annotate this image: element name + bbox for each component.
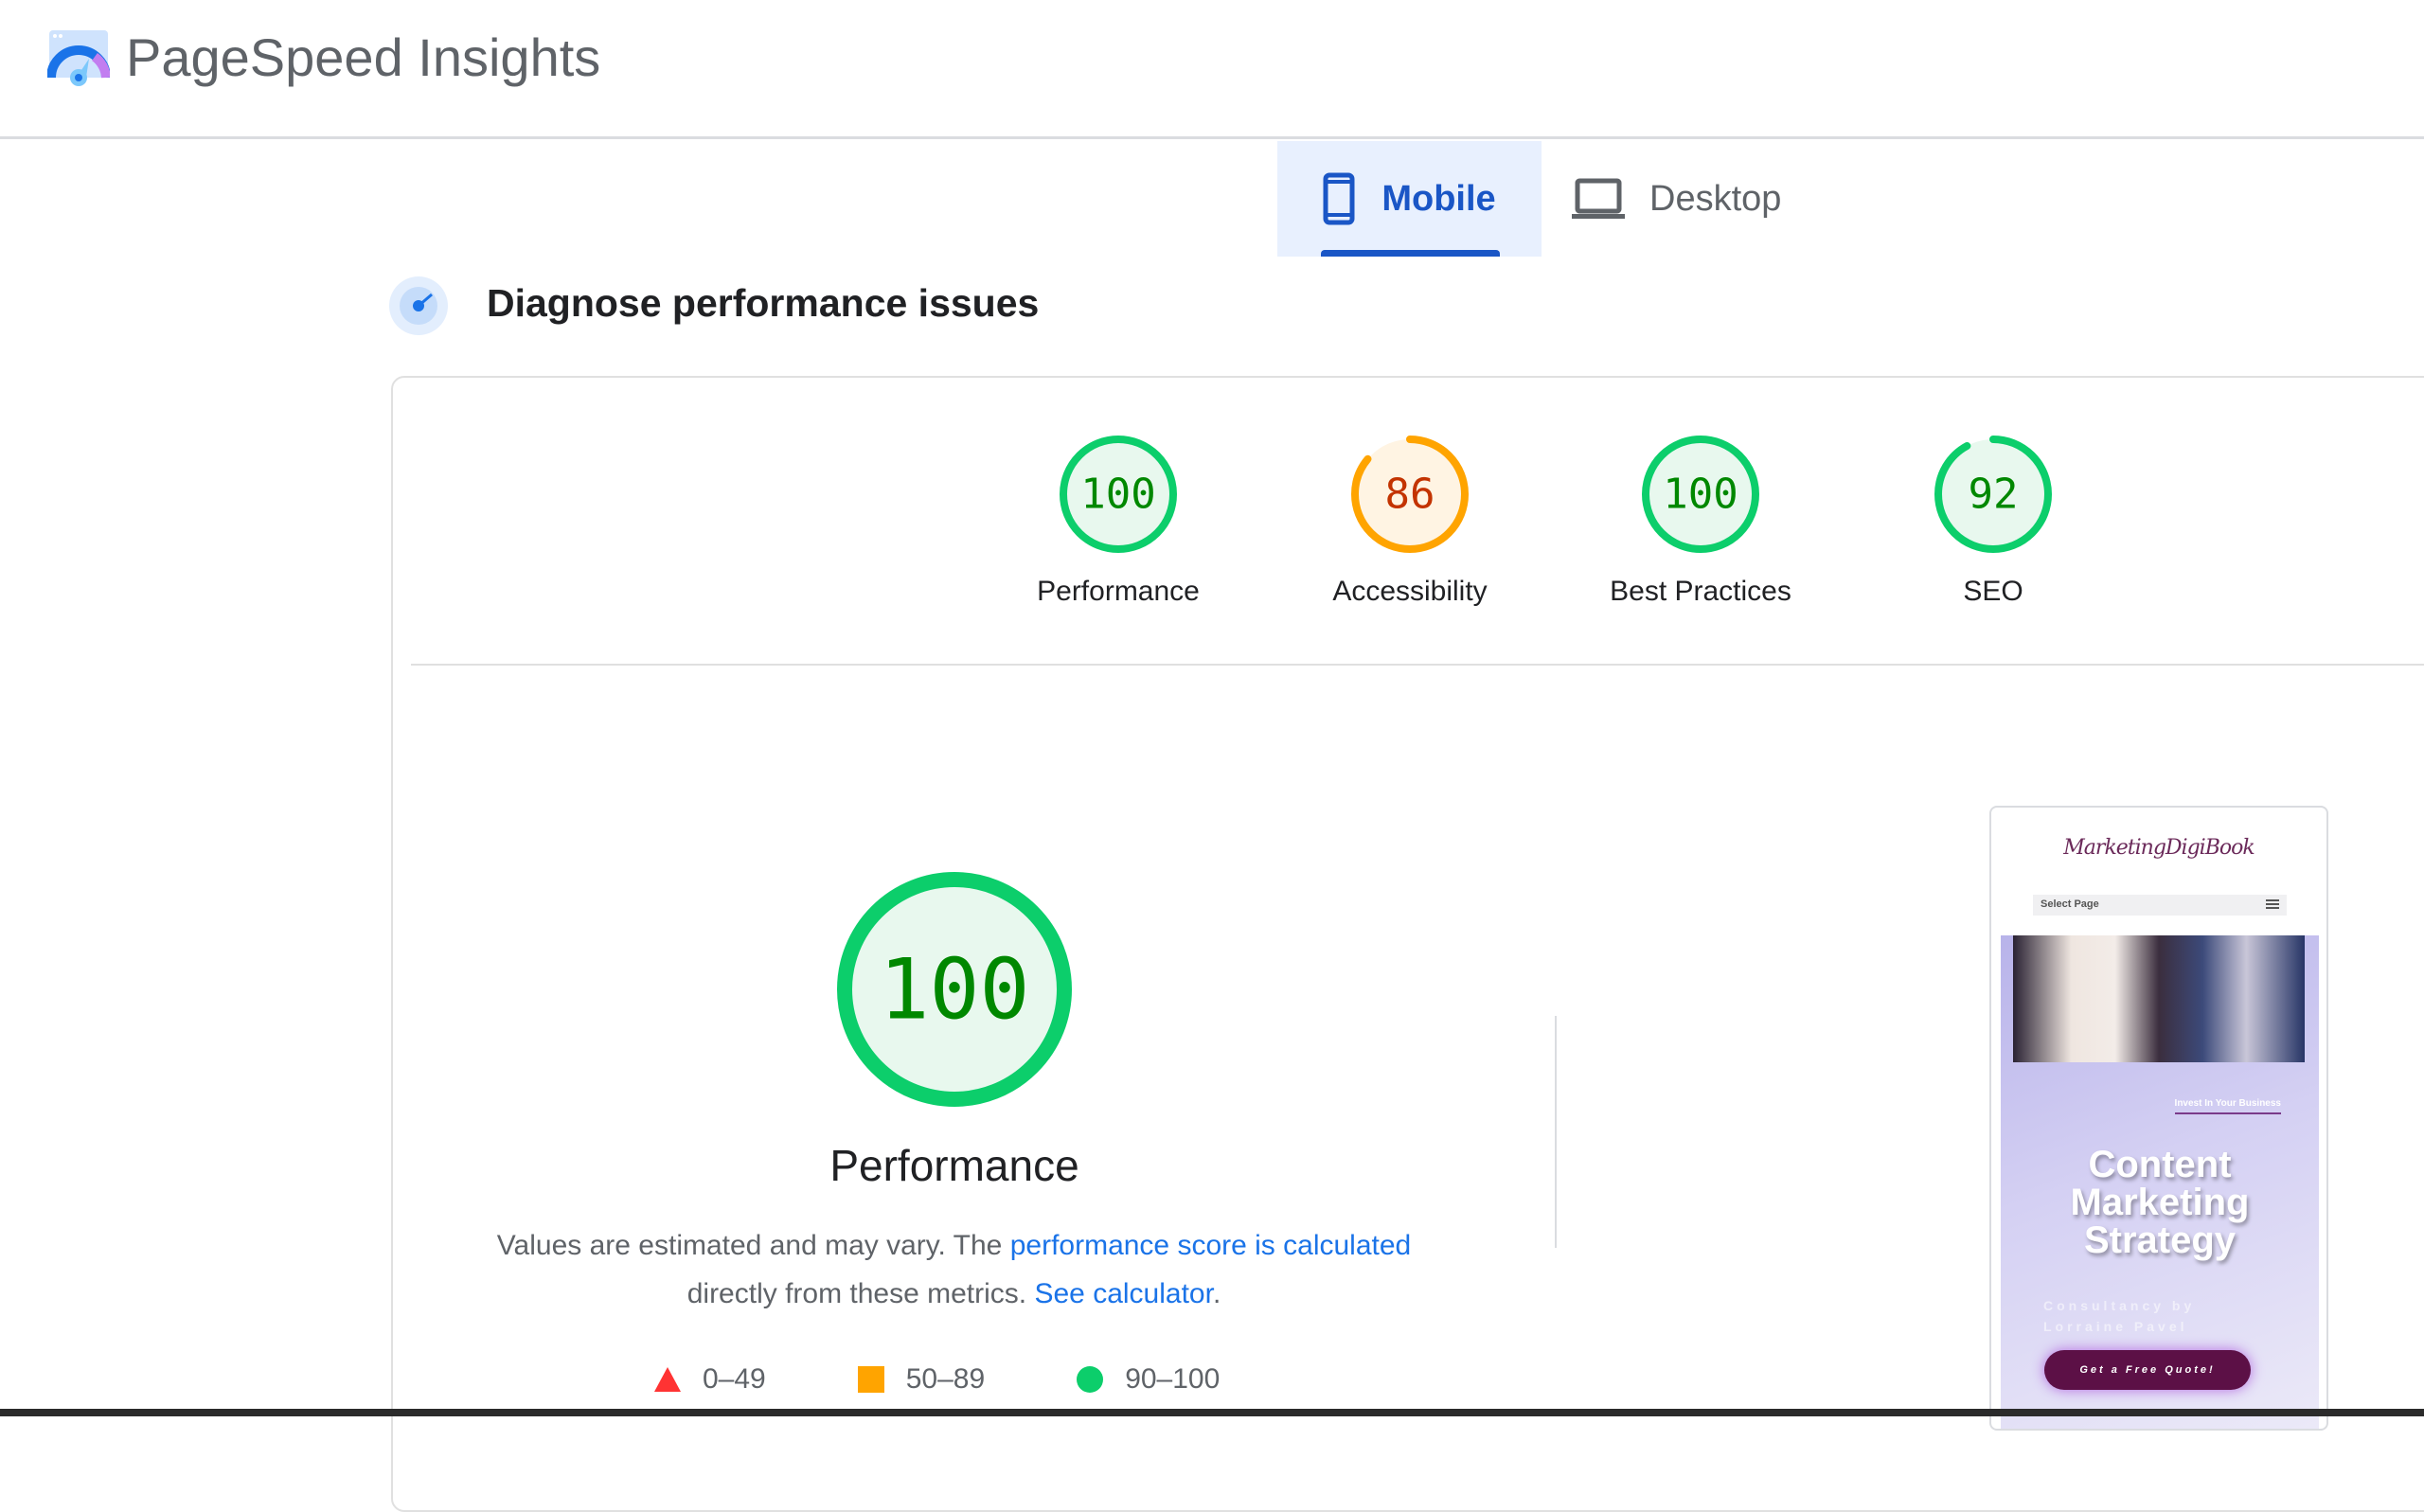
gauge-score: 100: [1080, 471, 1155, 519]
gauge-performance[interactable]: 100 Performance: [1024, 434, 1213, 608]
menu-icon: [2266, 899, 2279, 909]
header: PageSpeed Insights: [0, 0, 2424, 139]
vertical-divider: [1555, 1016, 1557, 1248]
performance-gauge: 100: [837, 872, 1072, 1107]
hero-subtitle: Consultancy by Lorraine Pavel: [2043, 1298, 2196, 1334]
see-calculator-link[interactable]: See calculator: [1034, 1278, 1212, 1309]
site-hero: Invest In Your Business Content Marketin…: [2001, 935, 2319, 1429]
gauge-seo[interactable]: 92 SEO: [1898, 434, 2088, 608]
gauge-score: 86: [1385, 471, 1435, 519]
gauge-ring: 92: [1934, 436, 2052, 553]
gauge-accessibility[interactable]: 86 Accessibility: [1315, 434, 1505, 608]
gauge-ring: 100: [1642, 436, 1759, 553]
gauge-ring: 100: [1060, 436, 1177, 553]
gauge-best-practices[interactable]: 100 Best Practices: [1606, 434, 1795, 608]
diagnose-icon: [389, 276, 448, 335]
gauge-score: 92: [1969, 471, 2019, 519]
site-nav: Select Page: [2033, 895, 2287, 916]
gauge-ring: 86: [1351, 436, 1469, 553]
performance-description: Values are estimated and may vary. The p…: [398, 1221, 1510, 1318]
gauge-label: Accessibility: [1332, 576, 1488, 607]
legend-label: 0–49: [703, 1363, 766, 1395]
gauge-label: Best Practices: [1610, 576, 1791, 607]
performance-score-link[interactable]: performance score is calculated: [1010, 1230, 1412, 1261]
legend-average: 50–89: [857, 1363, 985, 1396]
tab-selected-indicator: [1321, 250, 1500, 257]
site-logo: MarketingDigiBook: [2063, 836, 2255, 860]
gauge-score: 100: [880, 941, 1030, 1039]
triangle-icon: [654, 1367, 681, 1392]
page-screenshot: MarketingDigiBook Select Page Invest In …: [1989, 806, 2328, 1431]
laptop-icon: [1572, 178, 1625, 219]
gauge-score: 100: [1663, 471, 1738, 519]
gauge-label: SEO: [1963, 576, 2023, 607]
tab-mobile-label: Mobile: [1381, 178, 1496, 219]
description-text: Values are estimated and may vary. The: [496, 1230, 1010, 1261]
hero-photo: [2013, 935, 2305, 1062]
gauge-label: Performance: [1037, 576, 1200, 607]
headline-text: Content Marketing Strategy: [2070, 1144, 2250, 1261]
tab-mobile[interactable]: Mobile: [1277, 141, 1542, 257]
description-text: .: [1212, 1278, 1221, 1309]
score-legend: 0–49 50–89 90–100: [653, 1363, 1310, 1396]
circle-icon: [1077, 1366, 1104, 1393]
tab-desktop-label: Desktop: [1649, 178, 1782, 219]
hero-headline: Content Marketing Strategy: [2001, 1146, 2319, 1259]
section-title: Diagnose performance issues: [487, 281, 1040, 325]
app-title[interactable]: PageSpeed Insights: [126, 27, 600, 88]
hero-eyebrow: Invest In Your Business: [2174, 1098, 2281, 1114]
nav-label: Select Page: [2041, 898, 2099, 910]
divider: [411, 664, 2424, 666]
performance-title: Performance: [829, 1141, 1079, 1190]
legend-fail: 0–49: [653, 1363, 766, 1396]
legend-pass: 90–100: [1076, 1363, 1220, 1396]
square-icon: [857, 1366, 884, 1393]
bottom-bar: [0, 1409, 2424, 1416]
smartphone-icon: [1323, 172, 1355, 225]
tab-desktop[interactable]: Desktop: [1572, 141, 1818, 257]
hero-cta-button: Get a Free Quote!: [2044, 1350, 2251, 1390]
pagespeed-logo-icon[interactable]: [47, 28, 110, 91]
description-text: directly from these metrics.: [686, 1278, 1035, 1309]
legend-label: 50–89: [905, 1363, 986, 1395]
legend-label: 90–100: [1125, 1363, 1221, 1395]
